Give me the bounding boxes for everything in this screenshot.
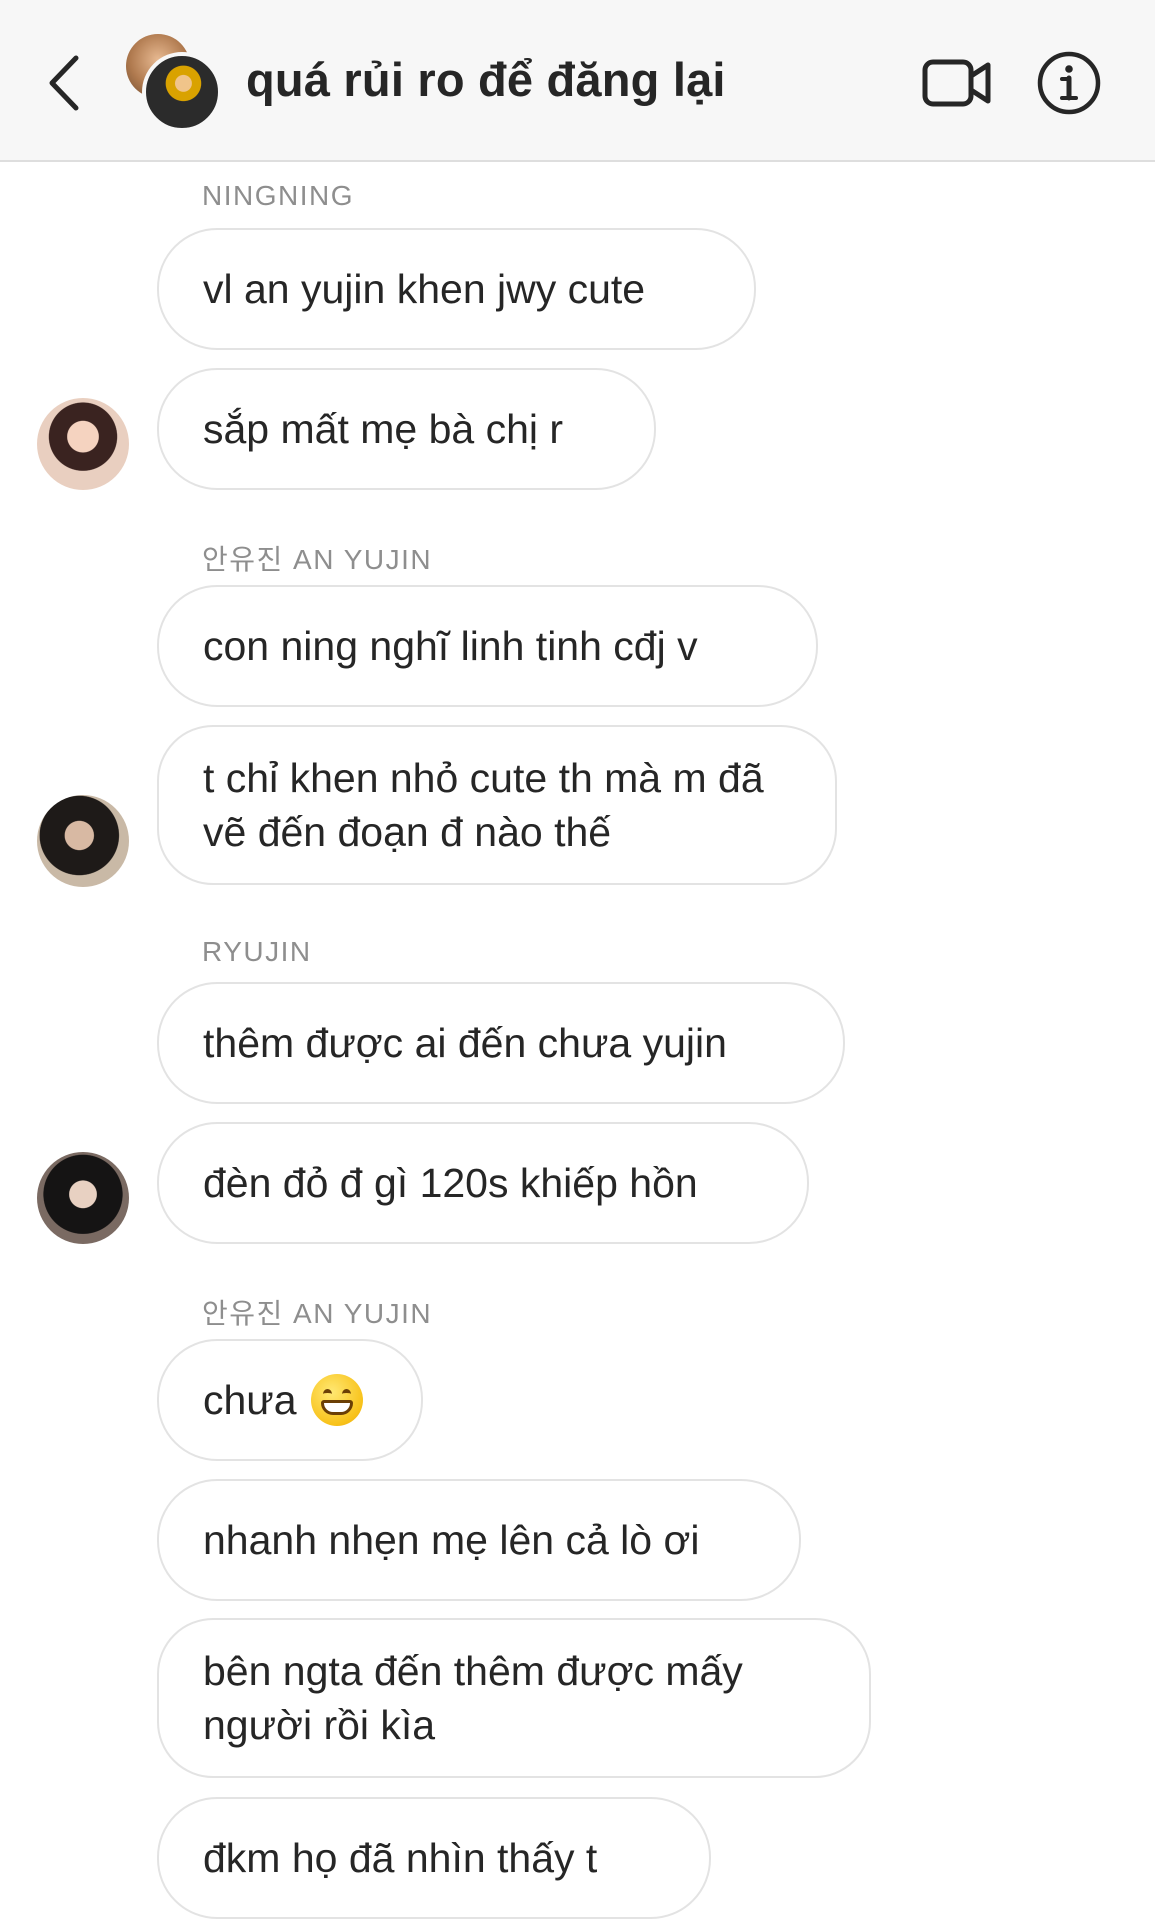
message-bubble[interactable]: t chỉ khen nhỏ cute th mà m đã vẽ đến đo… — [157, 725, 837, 885]
group-avatar[interactable] — [126, 34, 222, 132]
message-bubble[interactable]: thêm được ai đến chưa yujin — [157, 982, 845, 1104]
message-text: chưa — [203, 1377, 297, 1423]
message-text: t chỉ khen nhỏ cute th mà m đã vẽ đến đo… — [203, 755, 764, 855]
avatar[interactable] — [37, 398, 129, 490]
sender-name: RYUJIN — [202, 936, 312, 967]
message-text: con ning nghĩ linh tinh cđj v — [203, 623, 698, 669]
avatar[interactable] — [37, 1152, 129, 1244]
message-bubble[interactable]: bên ngta đến thêm được mấy người rồi kìa — [157, 1618, 871, 1778]
sender-name: 안유진 AN YUJIN — [202, 544, 433, 575]
message-bubble[interactable]: con ning nghĩ linh tinh cđj v — [157, 585, 818, 707]
message-text: bên ngta đến thêm được mấy người rồi kìa — [203, 1648, 743, 1748]
chat-title[interactable]: quá rủi ro để đăng lại — [246, 52, 726, 107]
group-avatar-front — [142, 52, 222, 132]
video-call-icon[interactable] — [922, 54, 992, 112]
chevron-left-icon[interactable] — [42, 50, 86, 116]
message-text: đèn đỏ đ gì 120s khiếp hồn — [203, 1160, 698, 1206]
message-bubble[interactable]: chưa — [157, 1339, 423, 1461]
grinning-face-icon — [310, 1374, 363, 1426]
message-text: nhanh nhẹn mẹ lên cả lò ơi — [203, 1517, 700, 1563]
message-bubble[interactable]: sắp mất mẹ bà chị r — [157, 368, 656, 490]
emoji-teeth — [320, 1400, 353, 1415]
message-text: sắp mất mẹ bà chị r — [203, 406, 564, 452]
message-bubble[interactable]: đèn đỏ đ gì 120s khiếp hồn — [157, 1122, 809, 1244]
message-bubble[interactable]: vl an yujin khen jwy cute — [157, 228, 756, 350]
message-text: đkm họ đã nhìn thấy t — [203, 1835, 598, 1881]
message-text: thêm được ai đến chưa yujin — [203, 1020, 727, 1066]
message-bubble[interactable]: đkm họ đã nhìn thấy t — [157, 1797, 711, 1919]
message-text: vl an yujin khen jwy cute — [203, 266, 646, 312]
sender-name: 안유진 AN YUJIN — [202, 1298, 433, 1329]
sender-name: NINGNING — [202, 180, 354, 211]
message-bubble[interactable]: nhanh nhẹn mẹ lên cả lò ơi — [157, 1479, 801, 1601]
info-icon[interactable] — [1036, 50, 1102, 116]
avatar[interactable] — [37, 795, 129, 887]
chat-header: quá rủi ro để đăng lại — [0, 0, 1155, 162]
